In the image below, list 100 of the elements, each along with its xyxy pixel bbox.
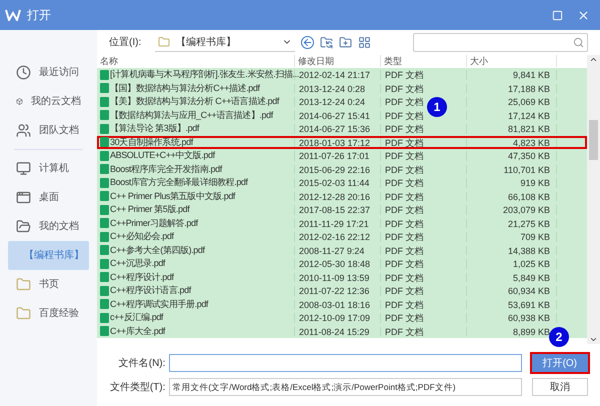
- file-row[interactable]: C++Primer习题解答.pdf 2011-11-29 17:21 PDF 文档 21,275 KB: [97, 216, 587, 230]
- table-cell: PDF 文档: [381, 286, 467, 296]
- table-cell: PDF 文档: [381, 313, 467, 322]
- file-row[interactable]: C++必知必会.pdf 2012-02-16 22:12 PDF 文档 709 KB: [97, 230, 587, 244]
- scroll-down-icon[interactable]: [589, 335, 598, 344]
- table-cell: 53,691 KB: [467, 300, 557, 309]
- view-grid-icon[interactable]: [358, 36, 371, 49]
- table-cell: 81,821 KB: [467, 124, 557, 134]
- file-row[interactable]: C++参考大全(第四版).pdf 2008-11-27 9:24 PDF 文档 14,388 KB: [97, 244, 587, 257]
- file-name-field[interactable]: [169, 354, 522, 372]
- field-label: 文件类型(T):: [109, 380, 166, 394]
- sidebar-item[interactable]: 我的云文档: [8, 87, 89, 116]
- file-row[interactable]: ABSOLUTE+C++中文版.pdf 2011-07-26 17:01 PDF 文档 47,350 KB: [97, 149, 587, 162]
- file-row[interactable]: 【国】数据结构与算法分析C++描述.pdf 2013-12-24 0:28 PDF 文档 17,188 KB: [97, 82, 587, 95]
- table-cell: 203,079 KB: [467, 205, 557, 214]
- table-cell: PDF 文档: [381, 178, 467, 188]
- file-name: C++ Primer 第5版.pdf: [110, 204, 190, 216]
- table-cell: PDF 文档: [381, 272, 467, 282]
- file-name: 【算法导论 第3版】.pdf: [110, 123, 199, 134]
- search-field[interactable]: [413, 33, 588, 52]
- file-row[interactable]: c++反汇编.pdf 2012-10-09 17:09 PDF 文档 60,938 KB: [97, 311, 587, 324]
- file-row[interactable]: Boost库官方完全翻译最详细教程.pdf 2015-02-03 11:44 PDF 文档 919 KB: [97, 176, 587, 190]
- table-cell: 2018-01-03 17:12: [295, 138, 381, 147]
- file-name: c++反汇编.pdf: [110, 312, 164, 324]
- scrollbar[interactable]: [587, 55, 600, 344]
- step-number-badge: 2: [549, 327, 569, 347]
- file-name: C++程序设计语言.pdf: [110, 285, 191, 296]
- file-row[interactable]: 【算法导论 第3版】.pdf 2014-06-27 15:36 PDF 文档 81,821 KB: [97, 122, 587, 136]
- table-cell: 1,025 KB: [467, 259, 557, 268]
- monitor-icon: [16, 161, 31, 176]
- table-cell: 2011-08-24 15:29: [295, 326, 381, 336]
- file-row[interactable]: C++ Primer Plus第五版中文版.pdf 2012-12-28 20:16 PDF 文档 66,108 KB: [97, 190, 587, 203]
- sidebar-item[interactable]: 书页: [8, 270, 89, 299]
- file-name: C++程序设计.pdf: [110, 272, 174, 283]
- table-cell: 2013-12-24 0:28: [295, 84, 381, 93]
- table-cell: 66,108 KB: [467, 192, 557, 201]
- table-cell: 2010-11-09 13:59: [295, 272, 381, 282]
- file-row[interactable]: C++程序调试实用手册.pdf 2008-03-01 18:16 PDF 文档 53,691 KB: [97, 298, 587, 311]
- file-name: ABSOLUTE+C++中文版.pdf: [110, 150, 215, 162]
- maximize-icon[interactable]: [552, 10, 563, 20]
- table-cell: PDF 文档: [381, 232, 467, 242]
- table-cell: PDF 文档: [381, 124, 467, 134]
- table-cell: 2011-11-29 17:21: [295, 218, 381, 228]
- sidebar-item[interactable]: 我的文档: [8, 212, 89, 241]
- search-icon: [573, 37, 584, 48]
- folder-refresh-icon[interactable]: [320, 36, 333, 49]
- close-icon[interactable]: [577, 8, 590, 22]
- file-row[interactable]: [计算机病毒与木马程序剖析].张友生.米安然.扫描...2012-02-14 21:17 PDF 文档 9,841 KB: [97, 68, 587, 82]
- column-header[interactable]: 修改日期: [295, 55, 381, 67]
- file-name: C++程序调试实用手册.pdf: [110, 298, 208, 310]
- table-cell: 21,275 KB: [467, 218, 557, 228]
- table-cell: 709 KB: [467, 232, 557, 242]
- folder-icon: [16, 219, 31, 234]
- table-cell: PDF 文档: [381, 326, 467, 336]
- sidebar-item[interactable]: 计算机: [8, 154, 89, 183]
- table-cell: 17,188 KB: [467, 84, 557, 93]
- file-name: C++沉思录.pdf: [110, 258, 166, 270]
- scroll-up-icon[interactable]: [589, 55, 598, 64]
- file-row[interactable]: C++程序设计.pdf 2010-11-09 13:59 PDF 文档 5,849 KB: [97, 270, 587, 284]
- table-cell: PDF 文档: [381, 84, 467, 93]
- sidebar-item[interactable]: 最近访问: [8, 58, 89, 87]
- sidebar-item[interactable]: 桌面: [8, 183, 89, 212]
- cancel-button[interactable]: 取消: [532, 378, 588, 396]
- table-cell: PDF 文档: [381, 259, 467, 268]
- file-name: C++ Primer Plus第五版中文版.pdf: [110, 190, 236, 202]
- file-row[interactable]: C++沉思录.pdf 2012-05-30 18:48 PDF 文档 1,025 KB: [97, 257, 587, 270]
- table-cell: 2012-02-16 22:12: [295, 232, 381, 242]
- location-dropdown[interactable]: 【编程书库】: [155, 34, 295, 52]
- file-name: Boost库官方完全翻译最详细教程.pdf: [110, 177, 248, 188]
- table-cell: PDF 文档: [381, 218, 467, 228]
- table-cell: 2015-06-29 22:16: [295, 164, 381, 174]
- file-name: 30天自制操作系统.pdf: [110, 136, 193, 148]
- table-cell: 2015-02-03 11:44: [295, 178, 381, 188]
- sidebar-item[interactable]: 团队文档: [8, 116, 89, 145]
- table-cell: PDF 文档: [381, 300, 467, 309]
- new-folder-icon[interactable]: [339, 36, 352, 49]
- table-cell: 2012-05-30 18:48: [295, 259, 381, 268]
- file-name: Boost程序库完全开发指南.pdf: [110, 164, 222, 175]
- table-cell: 2014-06-27 15:41: [295, 110, 381, 120]
- table-cell: 2011-07-26 17:01: [295, 151, 381, 160]
- people-icon: [16, 123, 31, 138]
- sidebar-item[interactable]: 百度经验: [8, 299, 89, 328]
- file-row[interactable]: Boost程序库完全开发指南.pdf 2015-06-29 22:16 PDF 文档 110,701 KB: [97, 162, 587, 176]
- file-row[interactable]: 30天自制操作系统.pdf 2018-01-03 17:12 PDF 文档 4,823 KB: [97, 136, 587, 149]
- file-name: C++Primer习题解答.pdf: [110, 218, 198, 229]
- column-header[interactable]: 类型: [381, 55, 467, 67]
- window-title: 打开: [27, 7, 51, 24]
- table-cell: 25,069 KB: [467, 97, 557, 106]
- file-row[interactable]: C++ Primer 第5版.pdf 2017-08-15 22:37 PDF 文档 203,079 KB: [97, 203, 587, 216]
- table-cell: 2013-12-24 0:24: [295, 97, 381, 106]
- table-cell: 2008-11-27 9:24: [295, 246, 381, 255]
- table-cell: 60,938 KB: [467, 313, 557, 322]
- file-row[interactable]: C++程序设计语言.pdf 2011-07-22 12:36 PDF 文档 60,934 KB: [97, 284, 587, 298]
- table-cell: 4,823 KB: [467, 138, 557, 147]
- column-header[interactable]: 大小: [467, 55, 557, 67]
- back-icon[interactable]: [301, 36, 314, 49]
- column-header[interactable]: 名称: [97, 55, 295, 67]
- scroll-thumb[interactable]: [589, 120, 598, 160]
- table-cell: 14,388 KB: [467, 246, 557, 255]
- file-type-dropdown[interactable]: 常用文件(文字/Word格式;表格/Excel格式;演示/PowerPoint格式;PDF文件): [169, 378, 522, 396]
